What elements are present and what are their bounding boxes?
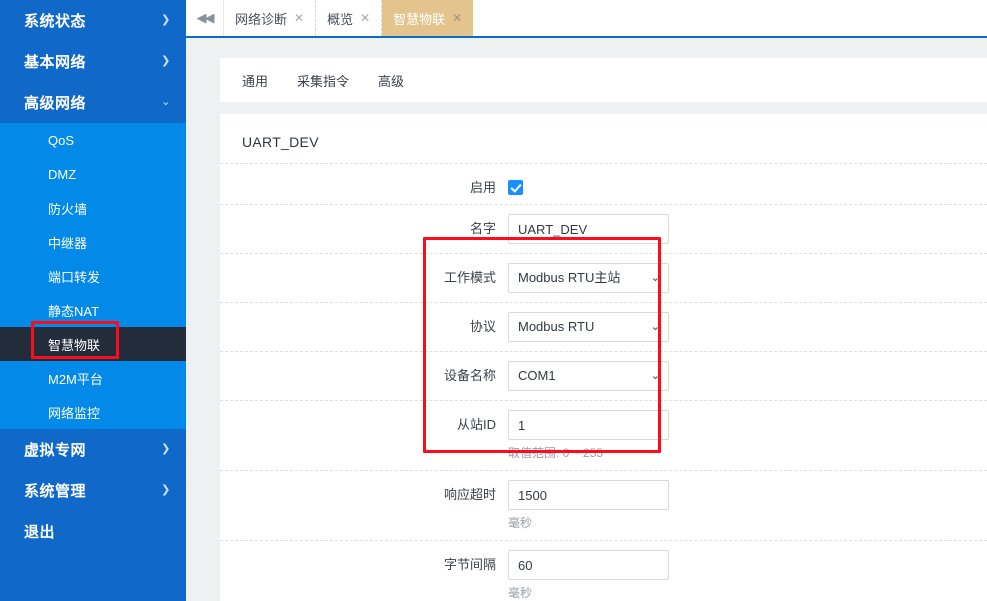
sidebar-item-label: 中继器 bbox=[48, 233, 87, 252]
tab-bar: ◀◀ 网络诊断 ✕ 概览 ✕ 智慧物联 ✕ bbox=[186, 0, 987, 38]
field-label-enable: 启用 bbox=[220, 164, 508, 203]
sidebar-item-dmz[interactable]: DMZ bbox=[0, 157, 186, 191]
sidebar-item-label: 静态NAT bbox=[48, 301, 99, 320]
enable-checkbox[interactable] bbox=[508, 180, 523, 195]
tab-label: 概览 bbox=[327, 9, 353, 28]
sidebar-item-qos[interactable]: QoS bbox=[0, 123, 186, 157]
sidebar-item-vpn[interactable]: 虚拟专网 ❯ bbox=[0, 429, 186, 470]
name-input[interactable] bbox=[508, 214, 669, 244]
form-row-slave-id: 从站ID 取值范围: 0 ~ 255 bbox=[220, 400, 987, 470]
chevron-right-icon: ❯ bbox=[160, 15, 172, 26]
sidebar-item-logout[interactable]: 退出 bbox=[0, 511, 186, 552]
sub-tab-bar: 通用 采集指令 高级 bbox=[220, 58, 987, 102]
sidebar-item-label: 系统管理 bbox=[24, 480, 160, 501]
chevron-down-icon: ⌄ bbox=[651, 362, 660, 390]
tab-network-diagnosis[interactable]: 网络诊断 ✕ bbox=[224, 0, 316, 36]
sub-tab-collect-command[interactable]: 采集指令 bbox=[297, 71, 349, 90]
field-label-work-mode: 工作模式 bbox=[220, 254, 508, 293]
sidebar-item-label: 虚拟专网 bbox=[24, 439, 160, 460]
byte-interval-hint: 毫秒 bbox=[508, 585, 987, 601]
field-control-name bbox=[508, 205, 987, 253]
uart-dev-form-card: UART_DEV 启用 名字 工作模式 Modbus bbox=[220, 114, 987, 601]
field-label-protocol: 协议 bbox=[220, 303, 508, 342]
work-mode-value: Modbus RTU主站 bbox=[518, 270, 620, 285]
sidebar-item-label: 智慧物联 bbox=[48, 335, 100, 354]
sidebar-item-system-status[interactable]: 系统状态 ❯ bbox=[0, 0, 186, 41]
sidebar-item-m2m-platform[interactable]: M2M平台 bbox=[0, 361, 186, 395]
tab-label: 网络诊断 bbox=[235, 9, 287, 28]
field-control-work-mode: Modbus RTU主站 ⌄ bbox=[508, 254, 987, 302]
sidebar-item-label: M2M平台 bbox=[48, 369, 103, 388]
sidebar-item-basic-network[interactable]: 基本网络 ❯ bbox=[0, 41, 186, 82]
slave-id-input[interactable] bbox=[508, 410, 669, 440]
tab-smart-iot[interactable]: 智慧物联 ✕ bbox=[382, 0, 473, 36]
field-label-name: 名字 bbox=[220, 205, 508, 244]
sub-tab-general[interactable]: 通用 bbox=[242, 71, 268, 90]
chevron-down-icon: ⌄ bbox=[160, 97, 172, 108]
sidebar-nav-list: 系统状态 ❯ 基本网络 ❯ 高级网络 ⌄ QoS DMZ 防火墙 bbox=[0, 0, 186, 552]
sidebar-item-smart-iot[interactable]: 智慧物联 bbox=[0, 327, 186, 361]
field-control-device-name: COM1 ⌄ bbox=[508, 352, 987, 400]
sidebar-item-label: 高级网络 bbox=[24, 92, 160, 113]
sidebar: 系统状态 ❯ 基本网络 ❯ 高级网络 ⌄ QoS DMZ 防火墙 bbox=[0, 0, 186, 601]
slave-id-hint: 取值范围: 0 ~ 255 bbox=[508, 445, 987, 461]
form-section-title: UART_DEV bbox=[220, 114, 987, 163]
field-control-response-timeout: 毫秒 bbox=[508, 471, 987, 540]
response-timeout-hint: 毫秒 bbox=[508, 515, 987, 531]
chevron-right-icon: ❯ bbox=[160, 56, 172, 67]
sidebar-item-label: DMZ bbox=[48, 167, 76, 182]
sidebar-submenu-advanced-network: QoS DMZ 防火墙 中继器 端口转发 静态NAT 智慧物联 bbox=[0, 123, 186, 429]
app-root: 系统状态 ❯ 基本网络 ❯ 高级网络 ⌄ QoS DMZ 防火墙 bbox=[0, 0, 987, 601]
work-mode-select[interactable]: Modbus RTU主站 ⌄ bbox=[508, 263, 669, 293]
sidebar-item-label: 系统状态 bbox=[24, 10, 160, 31]
sidebar-item-label: 端口转发 bbox=[48, 267, 100, 286]
sidebar-item-static-nat[interactable]: 静态NAT bbox=[0, 293, 186, 327]
sidebar-item-port-forwarding[interactable]: 端口转发 bbox=[0, 259, 186, 293]
field-control-enable bbox=[508, 164, 987, 204]
chevron-right-icon: ❯ bbox=[160, 485, 172, 496]
form-row-byte-interval: 字节间隔 毫秒 bbox=[220, 540, 987, 601]
chevron-down-icon: ⌄ bbox=[651, 264, 660, 292]
tab-overview[interactable]: 概览 ✕ bbox=[316, 0, 382, 36]
form-row-response-timeout: 响应超时 毫秒 bbox=[220, 470, 987, 540]
close-icon[interactable]: ✕ bbox=[360, 12, 370, 24]
form-row-name: 名字 bbox=[220, 204, 987, 253]
main-content: ◀◀ 网络诊断 ✕ 概览 ✕ 智慧物联 ✕ 通用 采集指令 高级 UART_DE… bbox=[186, 0, 987, 601]
sidebar-item-label: QoS bbox=[48, 133, 74, 148]
field-label-slave-id: 从站ID bbox=[220, 401, 508, 440]
field-control-protocol: Modbus RTU ⌄ bbox=[508, 303, 987, 351]
field-control-slave-id: 取值范围: 0 ~ 255 bbox=[508, 401, 987, 470]
device-name-select[interactable]: COM1 ⌄ bbox=[508, 361, 669, 391]
sub-tab-advanced[interactable]: 高级 bbox=[378, 71, 404, 90]
chevron-right-icon: ❯ bbox=[160, 444, 172, 455]
close-icon[interactable]: ✕ bbox=[452, 12, 462, 24]
response-timeout-input[interactable] bbox=[508, 480, 669, 510]
double-chevron-left-icon[interactable]: ◀◀ bbox=[186, 0, 224, 36]
sidebar-item-advanced-network[interactable]: 高级网络 ⌄ bbox=[0, 82, 186, 123]
sidebar-item-label: 网络监控 bbox=[48, 403, 100, 422]
form-row-protocol: 协议 Modbus RTU ⌄ bbox=[220, 302, 987, 351]
sidebar-item-label: 基本网络 bbox=[24, 51, 160, 72]
field-control-byte-interval: 毫秒 bbox=[508, 541, 987, 601]
sidebar-item-repeater[interactable]: 中继器 bbox=[0, 225, 186, 259]
sidebar-item-label: 防火墙 bbox=[48, 199, 87, 218]
sidebar-item-system-management[interactable]: 系统管理 ❯ bbox=[0, 470, 186, 511]
sidebar-item-label: 退出 bbox=[24, 521, 160, 542]
byte-interval-input[interactable] bbox=[508, 550, 669, 580]
sidebar-item-network-monitor[interactable]: 网络监控 bbox=[0, 395, 186, 429]
tab-label: 智慧物联 bbox=[393, 9, 445, 28]
form-row-enable: 启用 bbox=[220, 163, 987, 204]
chevron-down-icon: ⌄ bbox=[651, 313, 660, 341]
form-row-device-name: 设备名称 COM1 ⌄ bbox=[220, 351, 987, 400]
form-row-work-mode: 工作模式 Modbus RTU主站 ⌄ bbox=[220, 253, 987, 302]
field-label-device-name: 设备名称 bbox=[220, 352, 508, 391]
field-label-byte-interval: 字节间隔 bbox=[220, 541, 508, 580]
sidebar-item-firewall[interactable]: 防火墙 bbox=[0, 191, 186, 225]
protocol-value: Modbus RTU bbox=[518, 319, 594, 334]
protocol-select[interactable]: Modbus RTU ⌄ bbox=[508, 312, 669, 342]
device-name-value: COM1 bbox=[518, 368, 556, 383]
close-icon[interactable]: ✕ bbox=[294, 12, 304, 24]
field-label-response-timeout: 响应超时 bbox=[220, 471, 508, 510]
